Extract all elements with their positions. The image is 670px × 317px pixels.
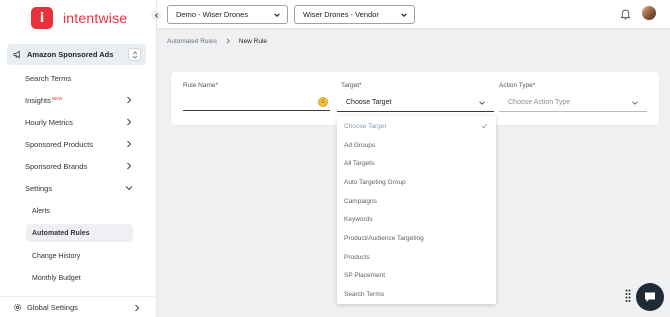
sidebar-subitem-monthly-budget[interactable]: Monthly Budget: [26, 269, 133, 287]
bell-icon[interactable]: [620, 8, 631, 20]
drag-handle-icon[interactable]: [625, 289, 631, 303]
chevron-down-icon: [479, 101, 485, 105]
sidebar-section-label: Amazon Sponsored Ads: [27, 50, 114, 59]
sidebar-item-settings[interactable]: Settings: [16, 178, 140, 198]
dropdown-option-choose-target[interactable]: Choose Target: [337, 117, 496, 135]
option-label: Product/Audience Targeting: [344, 234, 424, 242]
sidebar-subitem-label: Automated Rules: [32, 229, 90, 237]
dropdown-option-ad-groups[interactable]: Ad Groups: [337, 136, 496, 154]
chevron-right-icon: [127, 162, 132, 170]
chevron-down-icon: [632, 101, 638, 105]
rule-name-label: Rule Name*: [183, 82, 219, 89]
option-label: Keywords: [344, 215, 373, 223]
sidebar-subitem-change-history[interactable]: Change History: [26, 247, 133, 265]
chat-bubble-icon: [645, 292, 655, 302]
account-select[interactable]: Demo - Wiser Drones: [167, 5, 288, 24]
dropdown-option-campaigns[interactable]: Campaigns: [337, 192, 496, 210]
rule-name-input[interactable]: [183, 94, 330, 111]
global-settings-label: Global Settings: [27, 302, 78, 312]
dropdown-option-auto-targeting-group[interactable]: Auto Targeting Group: [337, 173, 496, 191]
target-select[interactable]: Choose Target: [337, 94, 494, 112]
chevron-left-icon: [154, 12, 158, 18]
checkmark-icon: [481, 123, 488, 129]
logo-mark-icon: i: [31, 7, 53, 29]
sidebar-subitem-label: Alerts: [32, 207, 50, 215]
action-type-select[interactable]: Choose Action Type: [499, 94, 647, 112]
target-select-value: Choose Target: [346, 99, 392, 106]
sidebar-item-sponsored-brands[interactable]: Sponsored Brands: [16, 156, 140, 176]
sidebar-subitem-alerts[interactable]: Alerts: [26, 202, 133, 220]
collapse-sidebar-button[interactable]: [151, 10, 161, 20]
option-label: Auto Targeting Group: [344, 178, 406, 186]
option-label: Campaigns: [344, 197, 377, 205]
sidebar-item-insights[interactable]: Insights NEW: [16, 90, 140, 110]
sidebar-subitem-label: Monthly Budget: [32, 274, 81, 282]
global-settings-link[interactable]: Global Settings: [0, 296, 157, 317]
breadcrumb-parent[interactable]: Automated Rules: [167, 38, 217, 45]
emoji-icon[interactable]: ☺: [318, 97, 328, 107]
target-label: Target*: [341, 82, 362, 89]
dropdown-option-search-terms[interactable]: Search Terms: [337, 285, 496, 303]
chevron-right-icon: [127, 96, 132, 104]
sidebar-subitem-automated-rules[interactable]: Automated Rules: [26, 224, 133, 242]
sidebar-item-hourly-metrics[interactable]: Hourly Metrics: [16, 112, 140, 132]
action-type-placeholder: Choose Action Type: [508, 99, 571, 106]
sidebar-item-label: Hourly Metrics: [25, 117, 73, 127]
megaphone-icon: [13, 50, 20, 59]
dropdown-option-product-audience-targeting[interactable]: Product/Audience Targeting: [337, 229, 496, 247]
brand-name: intentwise: [63, 10, 128, 26]
sidebar-item-label: Sponsored Brands: [25, 161, 88, 171]
user-avatar[interactable]: [641, 5, 657, 21]
chevron-down-icon: [274, 13, 280, 17]
sidebar-item-sponsored-products[interactable]: Sponsored Products: [16, 134, 140, 154]
chevron-down-icon: [401, 13, 407, 17]
chat-button[interactable]: [636, 283, 664, 311]
sidebar-item-search-terms[interactable]: Search Terms: [16, 68, 140, 88]
option-label: Products: [344, 253, 370, 261]
chevron-right-icon: [127, 118, 132, 126]
sidebar-item-label: Insights: [25, 95, 51, 105]
option-label: Search Terms: [344, 290, 384, 298]
action-type-label: Action Type*: [499, 82, 536, 89]
option-label: SP Placement: [344, 271, 386, 279]
profile-select[interactable]: Wiser Drones - Vendor: [294, 5, 415, 24]
chevron-right-icon: [127, 140, 132, 148]
chevron-right-icon: [135, 304, 140, 312]
sidebar-section-amazon-sponsored-ads[interactable]: Amazon Sponsored Ads: [7, 44, 146, 65]
target-dropdown-menu: Choose Target Ad Groups All Targets Auto…: [337, 116, 496, 304]
sidebar-item-label: Sponsored Products: [25, 139, 93, 149]
new-badge: NEW: [51, 95, 63, 101]
sidebar-item-label: Settings: [25, 183, 53, 193]
option-label: All Targets: [344, 159, 375, 167]
sidebar-item-label: Search Terms: [25, 73, 72, 83]
brand-logo[interactable]: i intentwise: [31, 7, 127, 29]
breadcrumb: Automated Rules New Rule: [167, 35, 267, 47]
dropdown-option-sp-placement[interactable]: SP Placement: [337, 266, 496, 284]
option-label: Ad Groups: [344, 141, 376, 149]
dropdown-option-all-targets[interactable]: All Targets: [337, 154, 496, 172]
dropdown-option-keywords[interactable]: Keywords: [337, 210, 496, 228]
breadcrumb-current: New Rule: [238, 37, 268, 45]
sidebar: i intentwise Amazon Sponsored Ads Search…: [0, 0, 157, 317]
chevron-right-icon: [226, 38, 230, 44]
option-label: Choose Target: [344, 122, 387, 130]
dropdown-option-products[interactable]: Products: [337, 248, 496, 266]
account-select-value: Demo - Wiser Drones: [176, 10, 249, 19]
profile-select-value: Wiser Drones - Vendor: [303, 10, 379, 19]
expand-collapse-icon[interactable]: [128, 48, 141, 61]
gear-icon: [14, 303, 21, 311]
sidebar-subitem-label: Change History: [32, 252, 81, 260]
chevron-down-icon: [125, 186, 133, 191]
